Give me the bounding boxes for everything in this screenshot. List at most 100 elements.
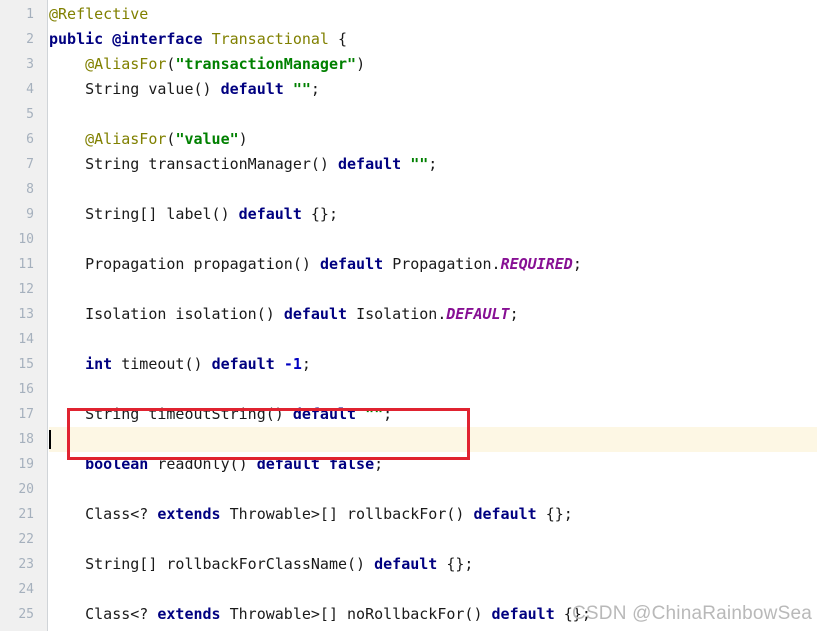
code-token: Throwable>[] noRollbackFor() (229, 605, 492, 623)
code-token: default (283, 305, 357, 323)
code-line: String value() default ""; (49, 77, 320, 102)
code-token: extends (157, 505, 230, 523)
code-token: ; (509, 305, 519, 323)
code-token: DEFAULT (446, 305, 510, 323)
line-number: 6 (26, 132, 34, 147)
code-token: readOnly() (157, 455, 257, 473)
code-token: ; (572, 255, 582, 273)
line-number: 8 (26, 182, 34, 197)
code-token: @AliasFor (49, 130, 167, 148)
line-number: 17 (18, 407, 34, 422)
code-token: String transactionManager() (49, 155, 338, 173)
code-token: default (337, 155, 411, 173)
line-number: 15 (18, 357, 34, 372)
code-token: String timeoutString() (49, 405, 293, 423)
code-token: {}; (545, 505, 573, 523)
watermark-text: CSDN @ChinaRainbowSea (572, 603, 812, 624)
code-token: int (85, 355, 122, 373)
line-number: 5 (26, 107, 34, 122)
code-token: "" (410, 155, 429, 173)
line-number-gutter[interactable]: 1 2 3 4 5 6 7 8 9 10 11 12 13 14 15 16 17 18 19 20 21 22 23 24 2… (0, 0, 48, 631)
line-number: 19 (18, 457, 34, 472)
line-number: 3 (26, 57, 34, 72)
code-token: Isolation isolation() (49, 305, 284, 323)
code-line: String transactionManager() default ""; (49, 152, 437, 177)
code-token: default (374, 555, 447, 573)
code-token: -1 (283, 355, 302, 373)
code-line: @AliasFor("value") (49, 127, 248, 152)
code-token: Propagation propagation() (49, 255, 320, 273)
code-line: @AliasFor("transactionManager") (49, 52, 365, 77)
code-token: String[] label() (49, 205, 239, 223)
code-token: { (338, 30, 348, 48)
code-token: default (238, 205, 311, 223)
code-token: @interface (112, 30, 212, 48)
line-number: 24 (18, 582, 34, 597)
code-token: Class<? (49, 605, 158, 623)
line-number: 23 (18, 557, 34, 572)
code-token: String value() (49, 80, 221, 98)
code-token: default (220, 80, 293, 98)
line-number: 22 (18, 532, 34, 547)
line-number: 16 (18, 382, 34, 397)
caret-line-highlight (49, 427, 817, 452)
code-token: default (256, 455, 329, 473)
code-token: default (319, 255, 393, 273)
line-number: 14 (18, 332, 34, 347)
code-token: Throwable>[] rollbackFor() (229, 505, 474, 523)
line-number: 11 (18, 257, 34, 272)
code-token: String[] rollbackForClassName() (49, 555, 375, 573)
line-number: 18 (18, 432, 34, 447)
code-token: default (292, 405, 366, 423)
code-token: Isolation. (356, 305, 447, 323)
code-editor[interactable]: 1 2 3 4 5 6 7 8 9 10 11 12 13 14 15 16 17 18 19 20 21 22 23 24 2… (0, 0, 817, 631)
code-token: Propagation. (392, 255, 501, 273)
line-number: 9 (26, 207, 34, 222)
code-token: {}; (310, 205, 338, 223)
code-line: int timeout() default -1; (49, 352, 311, 377)
code-token: ; (428, 155, 438, 173)
code-line: Isolation isolation() default Isolation.… (49, 302, 519, 327)
code-token: "value" (175, 130, 239, 148)
code-token: public (49, 30, 113, 48)
code-token: timeout() (121, 355, 212, 373)
code-line: String[] label() default {}; (49, 202, 338, 227)
line-number: 10 (18, 232, 34, 247)
code-token: ) (238, 130, 248, 148)
code-line: boolean readOnly() default false; (49, 452, 383, 477)
code-line: Class<? extends Throwable>[] rollbackFor… (49, 502, 573, 527)
code-line: String timeoutString() default ""; (49, 402, 392, 427)
code-token: ; (301, 355, 311, 373)
code-token: @Reflective (49, 5, 149, 23)
text-caret (49, 430, 51, 449)
code-token: extends (157, 605, 230, 623)
line-number: 25 (18, 607, 34, 622)
line-number: 7 (26, 157, 34, 172)
code-token: ; (374, 455, 384, 473)
code-token: ) (356, 55, 366, 73)
code-token: ; (383, 405, 393, 423)
code-line: public @interface Transactional { (49, 27, 347, 52)
code-line: String[] rollbackForClassName() default … (49, 552, 473, 577)
code-token: {}; (446, 555, 474, 573)
code-token: default (211, 355, 284, 373)
code-token: default (473, 505, 546, 523)
code-line: Propagation propagation() default Propag… (49, 252, 582, 277)
code-token: REQUIRED (500, 255, 573, 273)
code-line: @Reflective (49, 2, 148, 27)
code-token: ; (310, 80, 320, 98)
code-token: @AliasFor (49, 55, 167, 73)
code-token: boolean (85, 455, 158, 473)
code-line: Class<? extends Throwable>[] noRollbackF… (49, 602, 591, 627)
code-text-area[interactable]: @Reflective public @interface Transaction… (49, 0, 817, 631)
code-token: "" (292, 80, 311, 98)
code-token: Class<? (49, 505, 158, 523)
code-token: Transactional (211, 30, 338, 48)
line-number: 4 (26, 82, 34, 97)
code-token: "transactionManager" (175, 55, 357, 73)
line-number: 12 (18, 282, 34, 297)
code-token: "" (365, 405, 384, 423)
line-number: 21 (18, 507, 34, 522)
